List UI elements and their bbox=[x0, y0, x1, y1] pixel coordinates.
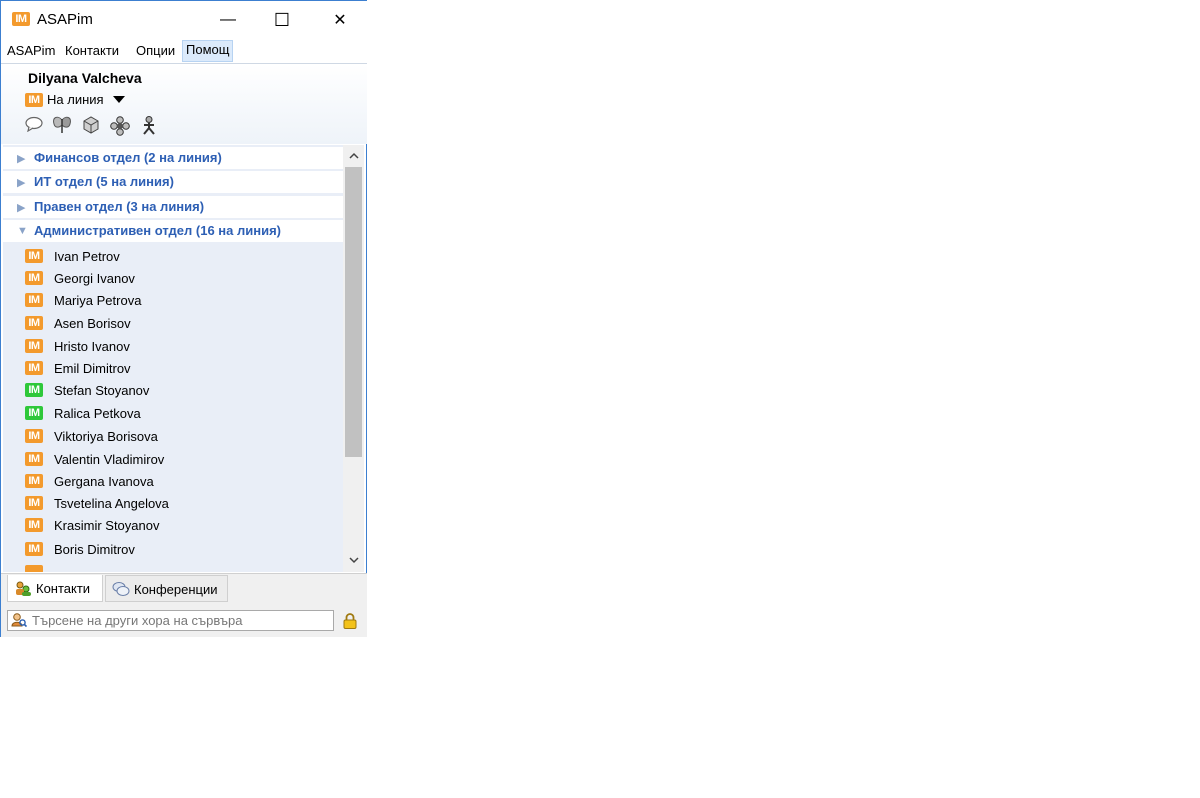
status-label: На линия bbox=[47, 92, 104, 107]
contact-item[interactable]: IM Viktoriya Borisova bbox=[3, 425, 343, 447]
status-icon: IM bbox=[25, 361, 43, 375]
person-icon[interactable] bbox=[139, 116, 159, 136]
scroll-down-icon[interactable] bbox=[343, 550, 364, 570]
title-bar[interactable]: IM ASAPim — ☐ ✕ bbox=[1, 1, 367, 39]
group-finance[interactable]: ▶ Финансов отдел (2 на линия) bbox=[3, 147, 343, 169]
group-label: ИТ отдел (5 на линия) bbox=[34, 174, 174, 189]
scroll-up-icon[interactable] bbox=[343, 145, 364, 165]
status-icon: IM bbox=[25, 452, 43, 466]
chevron-right-icon[interactable]: ▶ bbox=[17, 176, 25, 189]
search-field[interactable] bbox=[7, 610, 334, 631]
asapim-window: IM ASAPim — ☐ ✕ ASAPim Контакти Опции По… bbox=[0, 0, 367, 637]
contact-item[interactable]: IM Tsvetelina Angelova bbox=[3, 492, 343, 514]
contact-item[interactable]: IM Georgi Ivanov bbox=[3, 267, 343, 289]
contact-name: Valentin Vladimirov bbox=[54, 452, 165, 467]
status-icon: IM bbox=[25, 496, 43, 510]
tab-bar: Контакти Конференции bbox=[1, 573, 367, 604]
status-icon: IM bbox=[25, 406, 43, 420]
status-icon: IM bbox=[25, 93, 43, 107]
search-bar bbox=[1, 604, 367, 637]
status-icon: IM bbox=[25, 429, 43, 443]
status-icon: IM bbox=[25, 542, 43, 556]
conference-icon bbox=[112, 581, 130, 601]
contact-name: Hristo Ivanov bbox=[54, 339, 130, 354]
contact-list: ▶ Финансов отдел (2 на линия) ▶ ИТ отдел… bbox=[3, 145, 343, 572]
flower-icon[interactable] bbox=[110, 116, 130, 136]
group-legal[interactable]: ▶ Правен отдел (3 на линия) bbox=[3, 196, 343, 218]
contact-item-partial[interactable] bbox=[3, 561, 343, 572]
status-icon: IM bbox=[25, 383, 43, 397]
contact-item[interactable]: IM Gergana Ivanova bbox=[3, 470, 343, 492]
contact-name: Asen Borisov bbox=[54, 316, 131, 331]
group-label: Административен отдел (16 на линия) bbox=[34, 223, 281, 238]
group-label: Правен отдел (3 на линия) bbox=[34, 199, 205, 214]
contact-name: Ralica Petkova bbox=[54, 406, 141, 421]
lock-icon[interactable] bbox=[343, 613, 357, 629]
butterfly-icon[interactable] bbox=[52, 116, 72, 136]
status-icon: IM bbox=[25, 293, 43, 307]
status-icon: IM bbox=[25, 518, 43, 532]
package-icon[interactable] bbox=[81, 116, 101, 136]
contact-item[interactable]: IM Asen Borisov bbox=[3, 312, 343, 334]
chevron-down-icon[interactable] bbox=[113, 96, 125, 103]
contact-item[interactable]: IM Hristo Ivanov bbox=[3, 335, 343, 357]
group-label: Финансов отдел (2 на линия) bbox=[34, 150, 222, 165]
tab-label: Контакти bbox=[36, 581, 91, 596]
menu-bar: ASAPim Контакти Опции Помощ bbox=[1, 39, 367, 64]
contact-name: Stefan Stoyanov bbox=[54, 383, 150, 398]
contact-name: Tsvetelina Angelova bbox=[54, 496, 169, 511]
scrollbar-thumb[interactable] bbox=[345, 167, 362, 457]
contact-item[interactable]: IM Ivan Petrov bbox=[3, 245, 343, 267]
chevron-right-icon[interactable]: ▶ bbox=[17, 152, 25, 165]
tab-conferences[interactable]: Конференции bbox=[105, 575, 228, 602]
menu-asapim[interactable]: ASAPim bbox=[4, 41, 58, 61]
maximize-button[interactable]: ☐ bbox=[259, 1, 305, 39]
group-admin[interactable]: ▼ Административен отдел (16 на линия) bbox=[3, 220, 343, 242]
close-button[interactable]: ✕ bbox=[317, 1, 363, 39]
minimize-button[interactable]: — bbox=[205, 1, 251, 39]
menu-options[interactable]: Опции bbox=[133, 41, 178, 61]
contact-item[interactable]: IM Ralica Petkova bbox=[3, 402, 343, 424]
contact-name: Viktoriya Borisova bbox=[54, 429, 158, 444]
contact-name: Krasimir Stoyanov bbox=[54, 518, 160, 533]
list-scrollbar[interactable] bbox=[343, 145, 364, 572]
tab-contacts[interactable]: Контакти bbox=[7, 575, 103, 602]
contact-item[interactable]: IM Boris Dimitrov bbox=[3, 538, 343, 560]
menu-contacts[interactable]: Контакти bbox=[62, 41, 122, 61]
app-logo-icon: IM bbox=[12, 12, 30, 26]
status-icon: IM bbox=[25, 339, 43, 353]
contacts-icon bbox=[14, 580, 32, 600]
status-icon: IM bbox=[25, 271, 43, 285]
status-icon: IM bbox=[25, 316, 43, 330]
contact-item[interactable]: IM Emil Dimitrov bbox=[3, 357, 343, 379]
profile-panel: Dilyana Valcheva IM На линия bbox=[1, 64, 367, 144]
window-title: ASAPim bbox=[37, 11, 93, 28]
contact-name: Mariya Petrova bbox=[54, 293, 142, 308]
contact-name: Georgi Ivanov bbox=[54, 271, 135, 286]
contact-item[interactable]: IM Stefan Stoyanov bbox=[3, 379, 343, 401]
tab-label: Конференции bbox=[134, 582, 218, 597]
contact-item[interactable]: IM Krasimir Stoyanov bbox=[3, 514, 343, 536]
status-icon: IM bbox=[25, 249, 43, 263]
contact-name: Boris Dimitrov bbox=[54, 542, 135, 557]
contact-name: Gergana Ivanova bbox=[54, 474, 154, 489]
user-name: Dilyana Valcheva bbox=[28, 70, 142, 86]
contact-item[interactable]: IM Mariya Petrova bbox=[3, 289, 343, 311]
contact-name: Emil Dimitrov bbox=[54, 361, 131, 376]
user-search-icon bbox=[11, 612, 28, 632]
contact-item[interactable]: IM Valentin Vladimirov bbox=[3, 448, 343, 470]
chat-bubble-icon[interactable] bbox=[24, 116, 44, 136]
menu-help[interactable]: Помощ bbox=[182, 40, 234, 62]
contact-name: Ivan Petrov bbox=[54, 249, 120, 264]
chevron-down-icon[interactable]: ▼ bbox=[17, 225, 28, 237]
status-icon: IM bbox=[25, 474, 43, 488]
status-icon bbox=[25, 565, 43, 572]
group-it[interactable]: ▶ ИТ отдел (5 на линия) bbox=[3, 171, 343, 193]
chevron-right-icon[interactable]: ▶ bbox=[17, 201, 25, 214]
search-input[interactable] bbox=[32, 612, 328, 629]
